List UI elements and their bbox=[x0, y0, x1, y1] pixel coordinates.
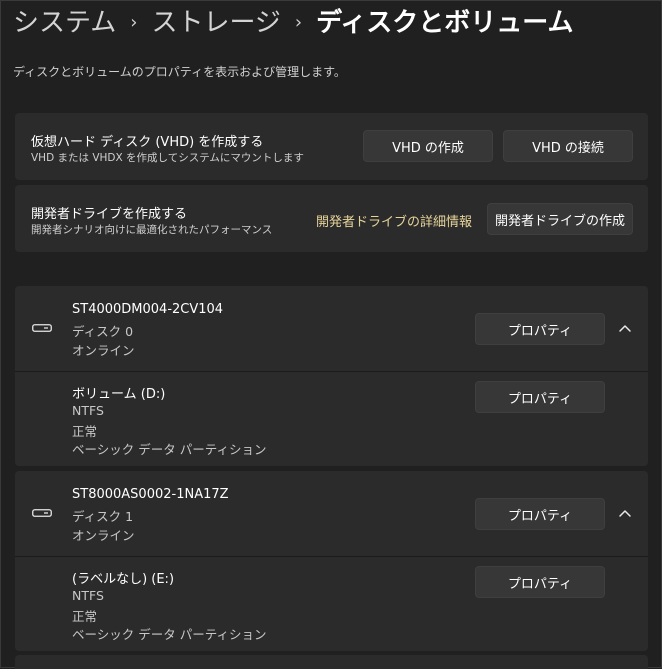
dev-drive-card-title: 開発者ドライブを作成する bbox=[31, 207, 188, 222]
dev-drive-card-subtitle: 開発者シナリオ向けに最適化されたパフォーマンス bbox=[31, 224, 273, 236]
dev-drive-learn-more-link[interactable]: 開発者ドライブの詳細情報 bbox=[316, 211, 472, 230]
vhd-card-title: 仮想ハード ディスク (VHD) を作成する bbox=[31, 135, 264, 150]
attach-vhd-button[interactable]: VHD の接続 bbox=[503, 130, 633, 162]
disk-group: ST4000DM004-2CV104 ディスク 0 オンライン プロパティ ボリ… bbox=[15, 286, 648, 466]
volume-type: ベーシック データ パーティション bbox=[72, 442, 267, 457]
volume-name: (ラベルなし) (E:) bbox=[72, 572, 175, 587]
volume-properties-button[interactable]: プロパティ bbox=[475, 566, 605, 598]
volume-health: 正常 bbox=[72, 609, 98, 624]
disk-properties-button[interactable]: プロパティ bbox=[475, 498, 605, 530]
volume-health: 正常 bbox=[72, 424, 98, 439]
volume-type: ベーシック データ パーティション bbox=[72, 627, 267, 642]
volume-properties-button[interactable]: プロパティ bbox=[475, 381, 605, 413]
breadcrumb-separator-icon: › bbox=[294, 12, 303, 33]
volume-filesystem: NTFS bbox=[72, 588, 104, 603]
page-title: ディスクとボリューム bbox=[316, 8, 574, 38]
disk-group: ST8000AS0002-1NA17Z ディスク 1 オンライン プロパティ (… bbox=[15, 471, 648, 651]
breadcrumb-item-storage[interactable]: ストレージ bbox=[151, 5, 280, 41]
divider bbox=[15, 371, 648, 372]
dev-drive-card: 開発者ドライブを作成する 開発者シナリオ向けに最適化されたパフォーマンス 開発者… bbox=[15, 185, 648, 252]
chevron-up-icon[interactable] bbox=[615, 318, 635, 338]
divider bbox=[15, 556, 648, 557]
drive-icon bbox=[32, 324, 52, 332]
next-disk-card-edge bbox=[15, 655, 648, 669]
disk-properties-button[interactable]: プロパティ bbox=[475, 313, 605, 345]
create-dev-drive-button[interactable]: 開発者ドライブの作成 bbox=[487, 203, 633, 235]
vhd-card: 仮想ハード ディスク (VHD) を作成する VHD または VHDX を作成し… bbox=[15, 113, 648, 180]
vhd-card-subtitle: VHD または VHDX を作成してシステムにマウントします bbox=[31, 152, 304, 164]
create-vhd-button[interactable]: VHD の作成 bbox=[363, 130, 493, 162]
breadcrumb: システム › ストレージ › ディスクとボリューム bbox=[13, 5, 574, 41]
chevron-up-icon[interactable] bbox=[615, 503, 635, 523]
breadcrumb-item-system[interactable]: システム bbox=[13, 5, 116, 41]
disk-status: オンライン bbox=[72, 528, 135, 543]
page-description: ディスクとボリュームのプロパティを表示および管理します。 bbox=[13, 65, 346, 79]
volume-name: ボリューム (D:) bbox=[72, 387, 166, 402]
breadcrumb-separator-icon: › bbox=[130, 12, 138, 33]
disk-number: ディスク 1 bbox=[72, 509, 134, 524]
disk-model: ST4000DM004-2CV104 bbox=[72, 302, 224, 317]
disk-status: オンライン bbox=[72, 343, 135, 358]
drive-icon bbox=[32, 509, 52, 517]
disk-number: ディスク 0 bbox=[72, 324, 134, 339]
disk-model: ST8000AS0002-1NA17Z bbox=[72, 487, 229, 502]
volume-filesystem: NTFS bbox=[72, 403, 104, 418]
